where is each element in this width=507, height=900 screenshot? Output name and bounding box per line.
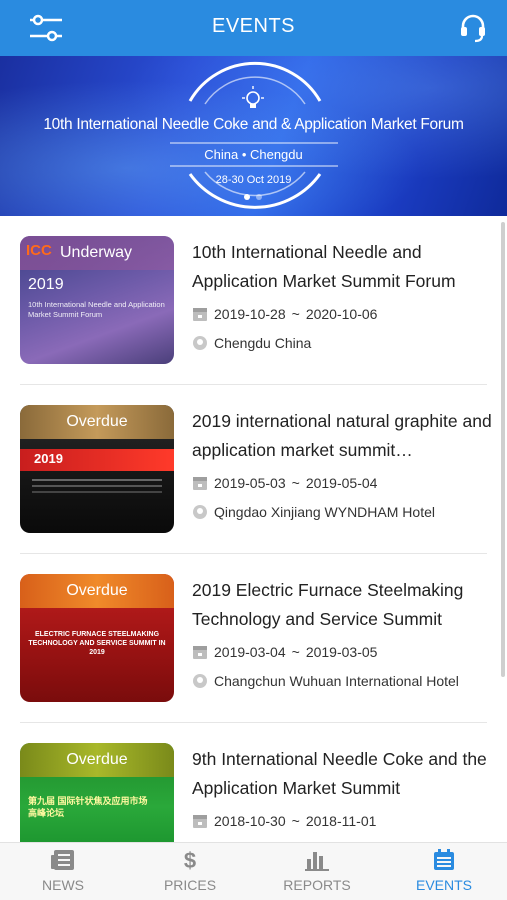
- location-pin-icon: [193, 674, 207, 688]
- event-start-date: 2019-03-04: [214, 644, 286, 660]
- thumb-caption: ELECTRIC FURNACE STEELMAKING TECHNOLOGY …: [28, 631, 166, 656]
- event-location: Chengdu China: [192, 335, 311, 351]
- event-location: Qingdao Xinjiang WYNDHAM Hotel: [192, 504, 435, 520]
- nav-events-label: EVENTS: [415, 877, 472, 893]
- event-dates: 2019-10-28 ~ 2020-10-06: [192, 306, 377, 322]
- featured-event-banner[interactable]: 10th International Needle Coke and & App…: [0, 56, 507, 216]
- event-location: Changchun Wuhuan International Hotel: [192, 673, 459, 689]
- calendar-icon: [193, 477, 207, 490]
- nav-prices[interactable]: $ PRICES: [130, 849, 250, 893]
- date-separator: ~: [291, 306, 300, 322]
- event-end-date: 2019-05-04: [305, 475, 378, 491]
- headset-icon: [461, 14, 485, 43]
- event-thumbnail: Overdue ELECTRIC FURNACE STEELMAKING TEC…: [20, 574, 174, 702]
- thumb-caption: 第九届 国际针状焦及应用市场高峰论坛: [28, 796, 148, 818]
- event-title: 10th International Needle and Applicatio…: [192, 242, 456, 291]
- event-end-date: 2020-10-06: [305, 306, 378, 322]
- event-list[interactable]: Underway ICC 2019 10th International Nee…: [0, 216, 507, 842]
- event-location-text: Changchun Wuhuan International Hotel: [214, 673, 459, 689]
- event-title: 2019 international natural graphite and …: [192, 411, 492, 460]
- thumb-lines: [32, 479, 162, 481]
- thumb-caption: 10th International Needle and Applicatio…: [28, 300, 165, 319]
- status-badge: Overdue: [66, 582, 128, 599]
- svg-text:$: $: [184, 849, 196, 871]
- carousel-dot[interactable]: [256, 194, 262, 200]
- location-pin-icon: [193, 505, 207, 519]
- bar-chart-icon: [305, 852, 329, 871]
- event-card[interactable]: Overdue 2019 2019 international natural …: [0, 385, 507, 554]
- event-dates: 2019-03-04 ~ 2019-03-05: [192, 644, 377, 660]
- event-title: 9th International Needle Coke and the Ap…: [192, 749, 487, 798]
- support-button[interactable]: [457, 12, 489, 44]
- banner-dates: 28-30 Oct 2019: [215, 174, 292, 186]
- event-card[interactable]: Underway ICC 2019 10th International Nee…: [0, 216, 507, 385]
- thumb-brand: ICC: [26, 242, 52, 259]
- list-scrollbar[interactable]: [501, 222, 505, 677]
- date-separator: ~: [291, 475, 300, 491]
- banner-decoration: [170, 61, 338, 209]
- event-dates: 2019-05-03 ~ 2019-05-04: [192, 475, 377, 491]
- nav-reports[interactable]: REPORTS: [257, 849, 377, 893]
- event-thumbnail: Overdue 第九届 国际针状焦及应用市场高峰论坛: [20, 743, 174, 842]
- event-start-date: 2019-05-03: [214, 475, 286, 491]
- event-title: 2019 Electric Furnace Steelmaking Techno…: [192, 580, 464, 629]
- date-separator: ~: [291, 813, 300, 829]
- event-dates: 2018-10-30 ~ 2018-11-01: [192, 813, 376, 829]
- event-start-date: 2019-10-28: [214, 306, 286, 322]
- date-separator: ~: [291, 644, 300, 660]
- calendar-icon: [434, 849, 454, 870]
- event-location-text: Chengdu China: [214, 335, 312, 351]
- lightbulb-icon: [242, 86, 264, 108]
- dollar-icon: $: [184, 849, 196, 871]
- event-start-date: 2018-10-30: [214, 813, 286, 829]
- status-badge: Overdue: [66, 413, 128, 430]
- calendar-icon: [193, 646, 207, 659]
- nav-events[interactable]: EVENTS: [384, 849, 504, 893]
- event-location-text: Qingdao Xinjiang WYNDHAM Hotel: [214, 504, 435, 520]
- carousel-dot-active[interactable]: [244, 194, 250, 200]
- event-thumbnail: Overdue 2019: [20, 405, 174, 533]
- top-bar: EVENTS: [0, 0, 507, 56]
- location-pin-icon: [193, 336, 207, 350]
- bottom-navigation: NEWS $ PRICES REPORTS EVENTS: [0, 842, 507, 900]
- status-badge: Underway: [60, 244, 133, 261]
- event-end-date: 2019-03-05: [305, 644, 378, 660]
- nav-news-label: NEWS: [42, 877, 84, 893]
- nav-prices-label: PRICES: [163, 877, 217, 893]
- event-card[interactable]: Overdue 第九届 国际针状焦及应用市场高峰论坛 9th Internati…: [0, 723, 507, 842]
- banner-title: 10th International Needle Coke and & App…: [43, 116, 464, 133]
- calendar-icon: [193, 815, 207, 828]
- event-end-date: 2018-11-01: [305, 813, 377, 829]
- page-title: EVENTS: [211, 15, 296, 37]
- thumb-year: 2019: [34, 451, 63, 466]
- status-badge: Overdue: [66, 751, 128, 768]
- nav-reports-label: REPORTS: [283, 877, 351, 893]
- event-thumbnail: Underway ICC 2019 10th International Nee…: [20, 236, 174, 364]
- nav-news[interactable]: NEWS: [3, 849, 123, 893]
- banner-location: China • Chengdu: [204, 147, 303, 162]
- event-card[interactable]: Overdue ELECTRIC FURNACE STEELMAKING TEC…: [0, 554, 507, 723]
- calendar-icon: [193, 308, 207, 321]
- thumb-year: 2019: [28, 276, 64, 293]
- newspaper-icon: [51, 850, 74, 870]
